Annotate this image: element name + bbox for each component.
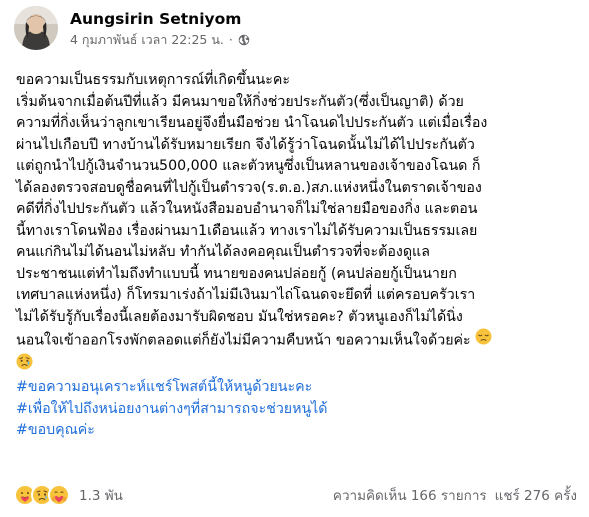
hashtag-line: #ขอบคุณค่ะ — [16, 420, 576, 442]
hashtag-line: #เพื่อให้ไปถึงหน่อยงานต่างๆที่สามารถจะช่… — [16, 399, 576, 421]
post-meta: Aungsirin Setniyom 4 กุมภาพันธ์ เวลา 22:… — [70, 9, 250, 48]
reactions-summary[interactable]: 1.3 พัน — [14, 484, 123, 506]
body-line: เทศบาลแห่งหนึ่ง) ก็โทรมาเร่งถ้าไม่มีเงิน… — [16, 287, 476, 303]
body-line-with-emoji: นอนใจเข้าออกโรงพักตลอดแต่ก็ยังไม่มีความค… — [16, 328, 576, 353]
avatar[interactable] — [14, 6, 58, 50]
reaction-count[interactable]: 1.3 พัน — [79, 484, 123, 506]
avatar-photo — [14, 6, 58, 50]
pensive-face-icon — [475, 328, 492, 353]
hashtag-line: #ขอความอนุเคราะห์แชร์โพสต์นี้ให้หนูด้วยน… — [16, 377, 576, 399]
body-line-text: นอนใจเข้าออกโรงพักตลอดแต่ก็ยังไม่มีความค… — [16, 332, 471, 349]
body-line: คดีที่กิ่งไปประกันตัว แล้วในหนังสือมอบอำ… — [16, 201, 478, 217]
globe-icon[interactable] — [238, 34, 250, 46]
body-line: แต่ถูกนำไปกู้เงินจำนวน500,000 และตัวหนูซ… — [16, 158, 481, 174]
body-line: ผ่านไปเกือบปี ทางบ้านได้รับหมายเรียก จึง… — [16, 136, 475, 153]
timestamp-row: 4 กุมภาพันธ์ เวลา 22:25 น. · — [70, 32, 250, 48]
body-line: เริ่มต้นจากเมื่อต้นปีที่แล้ว มีคนมาขอให้… — [16, 93, 464, 110]
hashtag-link[interactable]: #เพื่อให้ไปถึงหน่อยงานต่างๆที่สามารถจะช่… — [16, 401, 328, 417]
post-header: Aungsirin Setniyom 4 กุมภาพันธ์ เวลา 22:… — [14, 6, 250, 50]
body-line: ความที่กิ่งเห็นว่าลูกเขาเรียนอยู่จึงยื่น… — [16, 115, 488, 131]
body-line: ได้ลองตรวจสอบดูชื่อคนที่ไปกู้เป็นตำรวจ(ร… — [16, 179, 482, 196]
body-line: ไม่ได้รับรู้กับเรื่องนี้เลยต้องมารับผิดช… — [16, 308, 463, 325]
hashtag-link[interactable]: #ขอความอนุเคราะห์แชร์โพสต์นี้ให้หนูด้วยน… — [16, 379, 312, 395]
facebook-post: Aungsirin Setniyom 4 กุมภาพันธ์ เวลา 22:… — [0, 0, 589, 517]
engagement-stats: ความคิดเห็น 166 รายการ แชร์ 276 ครั้ง — [333, 484, 577, 506]
separator-dot: · — [228, 31, 233, 47]
care-hug-reaction-icon — [48, 484, 70, 506]
post-footer: 1.3 พัน ความคิดเห็น 166 รายการ แชร์ 276 … — [14, 484, 577, 506]
emoji-line — [16, 352, 576, 378]
comments-count[interactable]: ความคิดเห็น 166 รายการ — [333, 484, 487, 506]
author-name[interactable]: Aungsirin Setniyom — [70, 9, 250, 29]
body-line: ประชาชนแต่ทำไมถึงทำแบบนี้ ทนายของคนปล่อย… — [16, 265, 457, 282]
body-line: นี้ทางเราโดนฟ้อง เรื่องผ่านมา1เดือนแล้ว … — [16, 222, 478, 239]
sad-but-relieved-face-icon — [16, 352, 33, 378]
post-timestamp[interactable]: 4 กุมภาพันธ์ เวลา 22:25 น. — [70, 32, 224, 48]
body-line: คนแก่กินไม่ได้นอนไม่หลับ ทำกันได้ลงคอคุณ… — [16, 244, 430, 260]
body-line: ขอความเป็นธรรมกับเหตุการณ์ที่เกิดขึ้นนะค… — [16, 72, 290, 88]
hashtag-link[interactable]: #ขอบคุณค่ะ — [16, 422, 95, 438]
shares-count[interactable]: แชร์ 276 ครั้ง — [495, 484, 577, 506]
post-body: ขอความเป็นธรรมกับเหตุการณ์ที่เกิดขึ้นนะค… — [16, 70, 576, 442]
